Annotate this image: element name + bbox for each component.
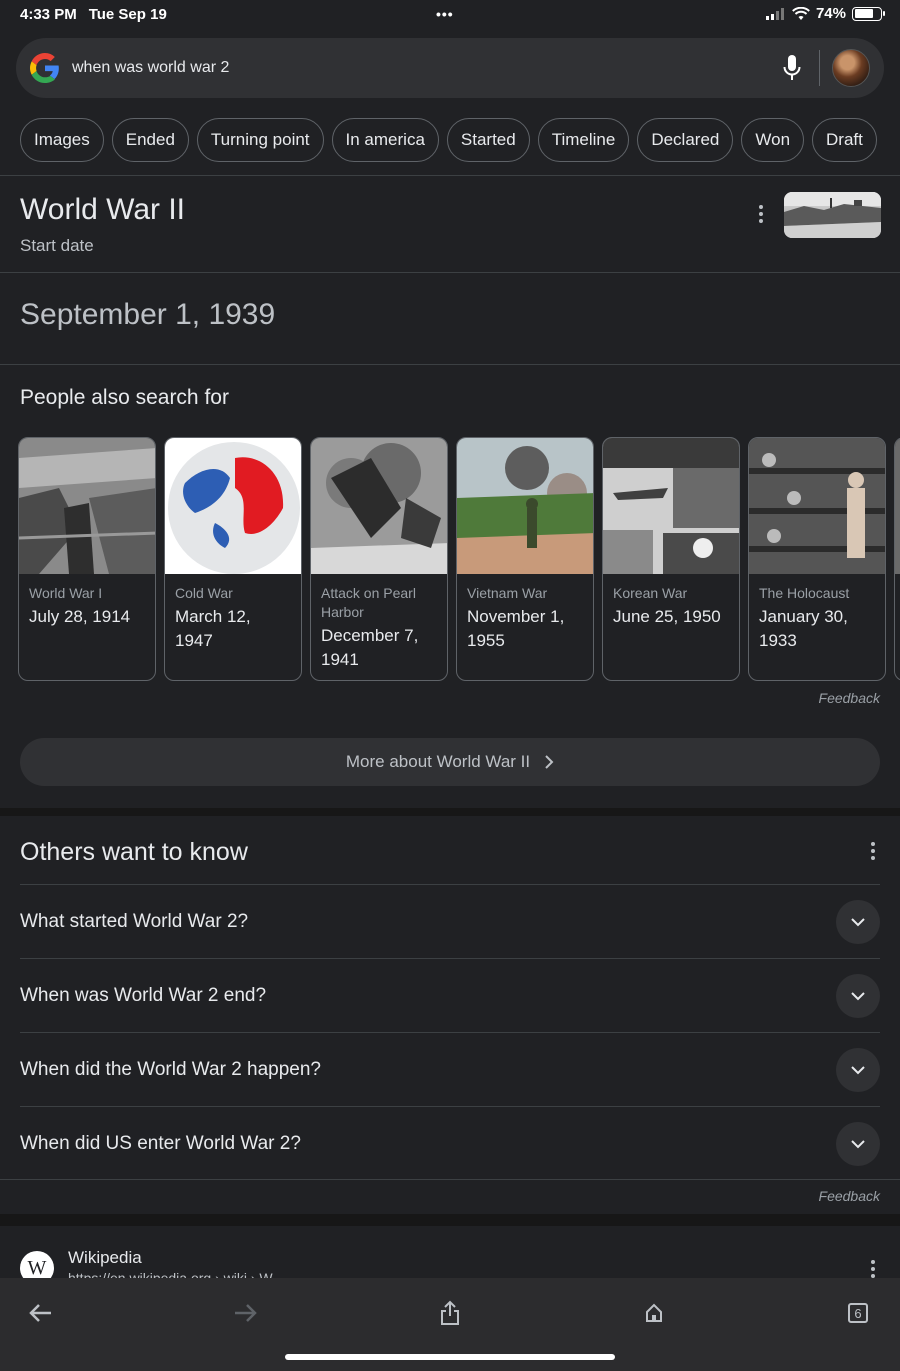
related-entity-image — [457, 438, 593, 574]
related-entity-card[interactable]: The Holocaust January 30, 1933 — [748, 437, 886, 681]
related-entity-image — [311, 438, 447, 574]
question-text: When did US enter World War 2? — [20, 1132, 301, 1154]
related-entity-name: Attack on Pearl Harbor — [321, 585, 416, 620]
search-divider — [819, 50, 820, 86]
search-result-wikipedia[interactable]: W Wikipedia https://en.wikipedia.org › w… — [0, 1226, 900, 1286]
tab-count: 6 — [854, 1306, 861, 1321]
tabs-icon[interactable]: 6 — [843, 1298, 873, 1328]
related-entities-carousel: World War I July 28, 1914 Cold War March 12… — [18, 437, 900, 681]
divider — [0, 364, 900, 365]
related-entity-date: November 1, 1955 — [467, 607, 565, 650]
chip-images[interactable]: Images — [20, 118, 104, 162]
chip-timeline[interactable]: Timeline — [537, 118, 630, 162]
question-text: When was World War 2 end? — [20, 984, 267, 1006]
forward-arrow-icon[interactable] — [230, 1298, 260, 1328]
section-separator — [0, 1214, 900, 1226]
section-separator — [0, 808, 900, 816]
related-entity-name: Vietnam War — [467, 585, 548, 601]
more-options-icon[interactable] — [863, 1259, 883, 1279]
battery-icon — [852, 6, 885, 21]
related-entity-name: World War I — [29, 585, 103, 601]
people-also-search-heading: People also search for — [20, 386, 229, 409]
wifi-icon — [792, 6, 810, 20]
status-bar: 4:33 PM Tue Sep 19 ••• 74% — [0, 0, 900, 28]
battery-percent: 74% — [815, 5, 846, 22]
divider — [0, 175, 900, 176]
question-row[interactable]: When did US enter World War 2? — [20, 1106, 880, 1180]
more-about-label: More about World War II — [345, 752, 531, 771]
cellular-signal-icon — [765, 7, 784, 20]
google-logo-icon — [30, 53, 59, 83]
chevron-right-icon — [545, 755, 554, 769]
related-entity-date: July 28, 1914 — [29, 607, 131, 626]
related-entity-name: The Holocaust — [759, 585, 850, 601]
chip-declared[interactable]: Declared — [637, 118, 734, 162]
search-bar[interactable]: when was world war 2 — [16, 38, 884, 98]
related-entity-image — [603, 438, 739, 574]
more-options-icon[interactable] — [863, 841, 883, 861]
related-entity-card-partial[interactable] — [894, 437, 900, 681]
account-avatar[interactable] — [832, 49, 870, 87]
search-query[interactable]: when was world war 2 — [72, 59, 781, 77]
related-entity-name: Korean War — [613, 585, 688, 601]
question-row[interactable]: What started World War 2? — [20, 884, 880, 958]
question-text: When did the World War 2 happen? — [20, 1058, 322, 1080]
related-entity-date: June 25, 1950 — [613, 607, 721, 626]
home-icon[interactable] — [639, 1298, 669, 1328]
question-row[interactable]: When did the World War 2 happen? — [20, 1032, 880, 1106]
related-entity-card[interactable]: Vietnam War November 1, 1955 — [456, 437, 594, 681]
related-entity-card[interactable]: Korean War June 25, 1950 — [602, 437, 740, 681]
chevron-down-icon[interactable] — [836, 973, 880, 1018]
related-entity-image — [749, 438, 885, 574]
answer-date: September 1, 1939 — [20, 298, 276, 331]
multitasking-dots-icon[interactable]: ••• — [436, 6, 454, 22]
microphone-icon[interactable] — [781, 53, 803, 83]
divider — [0, 272, 900, 273]
related-entity-card[interactable]: World War I July 28, 1914 — [18, 437, 156, 681]
chip-turning-point[interactable]: Turning point — [196, 118, 324, 162]
related-entity-card[interactable]: Cold War March 12, 1947 — [164, 437, 302, 681]
divider — [0, 1179, 900, 1180]
home-indicator[interactable] — [285, 1354, 615, 1360]
others-want-to-know-heading: Others want to know — [20, 838, 248, 866]
chip-won[interactable]: Won — [741, 118, 805, 162]
chevron-down-icon[interactable] — [836, 899, 880, 944]
share-icon[interactable] — [435, 1298, 465, 1328]
entity-title: World War II — [20, 193, 186, 226]
chevron-down-icon[interactable] — [836, 1047, 880, 1092]
feedback-link[interactable]: Feedback — [819, 690, 880, 706]
related-entity-image — [165, 438, 301, 574]
chip-ended[interactable]: Ended — [111, 118, 189, 162]
chevron-down-icon[interactable] — [836, 1121, 880, 1166]
refinement-chips: Images Ended Turning point In america Starte… — [20, 118, 877, 162]
chip-draft[interactable]: Draft — [812, 118, 877, 162]
status-date: Tue Sep 19 — [88, 5, 167, 23]
back-arrow-icon[interactable] — [26, 1298, 56, 1328]
related-entity-image — [19, 438, 155, 574]
entity-subtitle: Start date — [20, 236, 94, 255]
question-text: What started World War 2? — [20, 910, 249, 932]
more-about-button[interactable]: More about World War II — [20, 738, 880, 786]
status-time: 4:33 PM — [20, 5, 77, 23]
chip-started[interactable]: Started — [446, 118, 530, 162]
related-entity-date: December 7, 1941 — [321, 626, 419, 669]
entity-thumbnail[interactable] — [784, 192, 881, 238]
feedback-link[interactable]: Feedback — [819, 1188, 880, 1204]
related-entity-name: Cold War — [175, 585, 233, 601]
question-row[interactable]: When was World War 2 end? — [20, 958, 880, 1032]
chip-in-america[interactable]: In america — [331, 118, 439, 162]
result-site-name[interactable]: Wikipedia — [68, 1248, 142, 1268]
related-entity-card[interactable]: Attack on Pearl Harbor December 7, 1941 — [310, 437, 448, 681]
related-entity-date: March 12, 1947 — [175, 607, 251, 650]
more-options-icon[interactable] — [751, 204, 771, 224]
related-entity-date: January 30, 1933 — [759, 607, 848, 650]
